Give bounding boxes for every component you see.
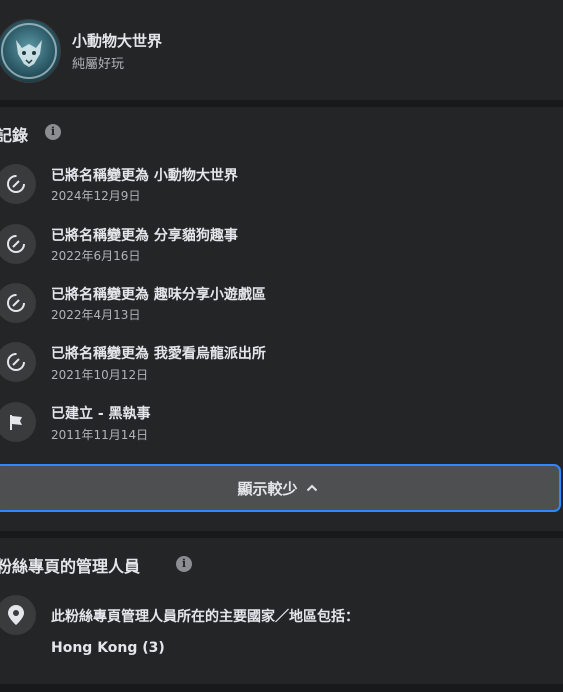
admins-location-text: 此粉絲專頁管理人員所在的主要國家／地區包括： [51, 609, 359, 625]
history-item-title: 已將名稱變更為 小動物大世界 [51, 168, 238, 184]
history-item-title: 已將名稱變更為 分享貓狗趣事 [51, 228, 238, 244]
info-icon[interactable]: i [45, 124, 61, 140]
info-icon[interactable]: i [176, 556, 192, 572]
show-less-button[interactable]: 顯示較少 [0, 464, 561, 512]
page-header-card: 小動物大世界 純屬好玩 [0, 0, 563, 100]
chevron-up-icon [306, 484, 317, 492]
section-divider [0, 684, 563, 692]
show-less-label: 顯示較少 [237, 479, 298, 498]
page-subtitle: 純屬好玩 [72, 57, 125, 72]
history-title: 記錄 [0, 126, 29, 145]
admins-country: Hong Kong (3) [51, 640, 165, 656]
history-item-title: 已建立 - 黑執事 [51, 406, 151, 422]
history-item-date: 2011年11月14日 [51, 428, 149, 442]
history-item-date: 2024年12月9日 [51, 189, 141, 203]
wolf-logo-icon [1, 23, 57, 79]
page-avatar[interactable] [0, 19, 61, 83]
history-item-title: 已將名稱變更為 趣味分享小遊戲區 [51, 287, 266, 303]
section-divider [0, 100, 563, 107]
page-name[interactable]: 小動物大世界 [72, 30, 162, 51]
section-divider [0, 531, 563, 538]
history-item-date: 2022年4月13日 [51, 308, 141, 322]
admins-title: 粉絲專頁的管理人員 [0, 557, 141, 576]
history-item-title: 已將名稱變更為 我愛看烏龍派出所 [51, 346, 266, 362]
history-item-date: 2021年10月12日 [51, 368, 149, 382]
history-item-date: 2022年6月16日 [51, 249, 141, 263]
